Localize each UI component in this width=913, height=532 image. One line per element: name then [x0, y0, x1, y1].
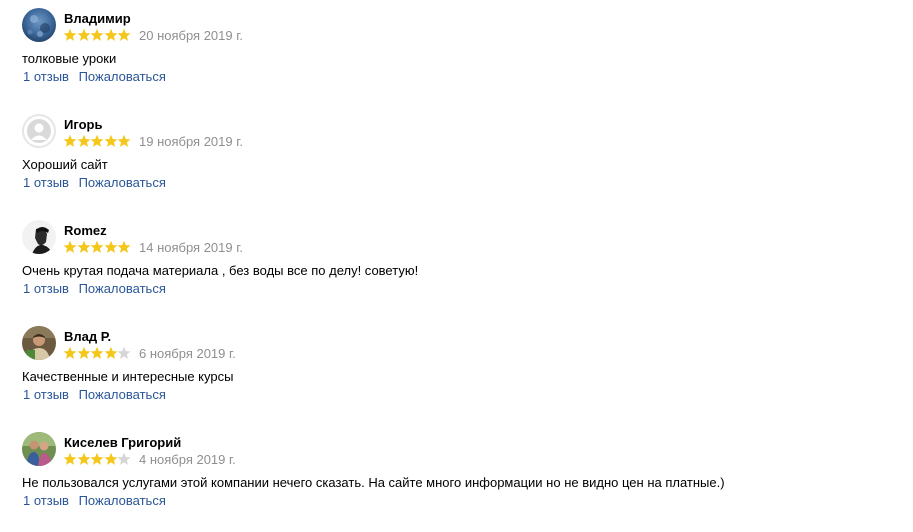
star-filled-icon [104, 346, 118, 360]
review-links: 1 отзыв Пожаловаться [23, 493, 166, 508]
review-date: 20 ноября 2019 г. [139, 28, 243, 43]
rating-stars [63, 240, 131, 254]
author-name[interactable]: Владимир [64, 11, 131, 26]
star-filled-icon [90, 240, 104, 254]
review-links: 1 отзыв Пожаловаться [23, 387, 166, 402]
reviews-count-link[interactable]: 1 отзыв [23, 281, 69, 296]
star-filled-icon [90, 134, 104, 148]
star-filled-icon [63, 346, 77, 360]
review-text: Не пользовался услугами этой компании не… [22, 475, 725, 490]
author-name[interactable]: Киселев Григорий [64, 435, 181, 450]
avatar[interactable] [22, 114, 56, 148]
star-empty-icon [117, 452, 131, 466]
review-item: Romez 14 ноября 2019 г. Очень крутая под… [0, 220, 913, 320]
review-item: Владимир 20 ноября 2019 г. толковые урок… [0, 8, 913, 108]
rating-stars [63, 346, 131, 360]
star-filled-icon [104, 452, 118, 466]
rating-stars [63, 134, 131, 148]
reviews-count-link[interactable]: 1 отзыв [23, 493, 69, 508]
star-filled-icon [63, 134, 77, 148]
author-name[interactable]: Влад Р. [64, 329, 111, 344]
review-date: 14 ноября 2019 г. [139, 240, 243, 255]
rating-stars [63, 28, 131, 42]
complain-link[interactable]: Пожаловаться [79, 175, 166, 190]
avatar[interactable] [22, 8, 56, 42]
avatar[interactable] [22, 220, 56, 254]
complain-link[interactable]: Пожаловаться [79, 281, 166, 296]
review-item: Киселев Григорий 4 ноября 2019 г. Не пол… [0, 432, 913, 532]
complain-link[interactable]: Пожаловаться [79, 493, 166, 508]
review-text: толковые уроки [22, 51, 117, 66]
star-filled-icon [117, 134, 131, 148]
star-filled-icon [90, 28, 104, 42]
review-text: Очень крутая подача материала , без воды… [22, 263, 419, 278]
review-text: Хороший сайт [22, 157, 108, 172]
review-item: Игорь 19 ноября 2019 г. Хороший сайт 1 о… [0, 114, 913, 214]
star-filled-icon [104, 28, 118, 42]
star-filled-icon [90, 452, 104, 466]
star-filled-icon [77, 28, 91, 42]
star-filled-icon [77, 452, 91, 466]
review-date: 4 ноября 2019 г. [139, 452, 236, 467]
star-filled-icon [117, 240, 131, 254]
star-filled-icon [63, 240, 77, 254]
avatar[interactable] [22, 326, 56, 360]
author-name[interactable]: Romez [64, 223, 107, 238]
star-filled-icon [117, 28, 131, 42]
star-filled-icon [104, 240, 118, 254]
review-date: 6 ноября 2019 г. [139, 346, 236, 361]
star-filled-icon [90, 346, 104, 360]
rating-stars [63, 452, 131, 466]
author-name[interactable]: Игорь [64, 117, 102, 132]
complain-link[interactable]: Пожаловаться [79, 69, 166, 84]
star-filled-icon [63, 452, 77, 466]
review-text: Качественные и интересные курсы [22, 369, 234, 384]
star-filled-icon [77, 346, 91, 360]
review-date: 19 ноября 2019 г. [139, 134, 243, 149]
star-filled-icon [104, 134, 118, 148]
complain-link[interactable]: Пожаловаться [79, 387, 166, 402]
star-filled-icon [77, 134, 91, 148]
reviews-count-link[interactable]: 1 отзыв [23, 387, 69, 402]
reviews-count-link[interactable]: 1 отзыв [23, 175, 69, 190]
star-empty-icon [117, 346, 131, 360]
reviews-count-link[interactable]: 1 отзыв [23, 69, 69, 84]
avatar[interactable] [22, 432, 56, 466]
review-links: 1 отзыв Пожаловаться [23, 281, 166, 296]
review-links: 1 отзыв Пожаловаться [23, 69, 166, 84]
star-filled-icon [77, 240, 91, 254]
star-filled-icon [63, 28, 77, 42]
review-links: 1 отзыв Пожаловаться [23, 175, 166, 190]
review-item: Влад Р. 6 ноября 2019 г. Качественные и … [0, 326, 913, 426]
